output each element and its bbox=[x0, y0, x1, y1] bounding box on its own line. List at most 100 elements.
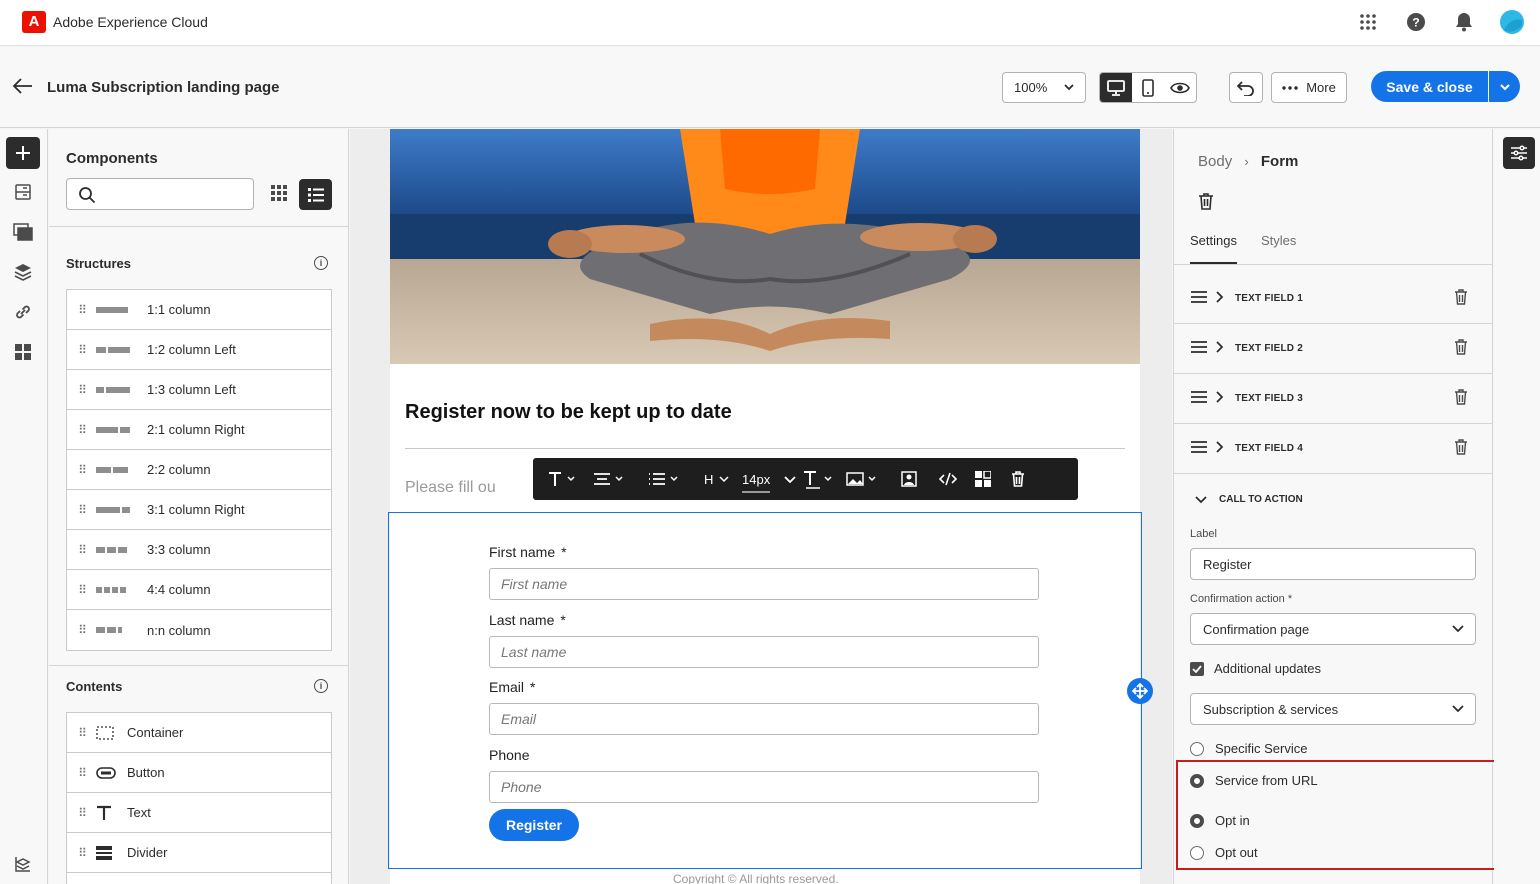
content-item[interactable]: ⠿ Button bbox=[67, 753, 331, 793]
html-code-button[interactable] bbox=[939, 458, 975, 500]
properties-toggle-button[interactable] bbox=[1503, 137, 1535, 169]
widgets-icon[interactable] bbox=[12, 341, 34, 363]
list-button[interactable] bbox=[648, 458, 704, 500]
structure-item[interactable]: ⠿ 4:4 column bbox=[67, 570, 331, 610]
app-name[interactable]: Adobe Experience Cloud bbox=[53, 14, 208, 30]
adobe-logo[interactable]: A bbox=[22, 11, 46, 33]
chevron-right-icon[interactable] bbox=[1215, 340, 1224, 358]
back-arrow-icon[interactable] bbox=[12, 77, 34, 100]
hero-image[interactable] bbox=[390, 129, 1140, 364]
structure-item[interactable]: ⠿ 2:2 column bbox=[67, 450, 331, 490]
drag-handle-icon[interactable]: ⠿ bbox=[67, 726, 96, 740]
assets-icon[interactable] bbox=[12, 221, 34, 243]
form-input-last-name[interactable]: Last name bbox=[489, 635, 1039, 668]
structure-item[interactable]: ⠿ 1:3 column Left bbox=[67, 370, 331, 410]
drag-handle-icon[interactable]: ⠿ bbox=[67, 766, 96, 780]
save-close-button[interactable]: Save & close bbox=[1371, 71, 1488, 102]
call-to-action-section-header[interactable]: CALL TO ACTION bbox=[1195, 494, 1303, 505]
content-item[interactable]: ⠿ Text bbox=[67, 793, 331, 833]
drag-handle-icon[interactable]: ⠿ bbox=[67, 463, 96, 477]
drag-handle-icon[interactable]: ⠿ bbox=[67, 303, 96, 317]
notifications-bell-icon[interactable] bbox=[1452, 10, 1476, 34]
drag-hamburger-icon[interactable] bbox=[1191, 390, 1207, 408]
text-style-button[interactable] bbox=[802, 458, 846, 500]
text-format-button[interactable] bbox=[547, 458, 593, 500]
link-icon[interactable] bbox=[12, 301, 34, 323]
drag-handle-icon[interactable]: ⠿ bbox=[67, 423, 96, 437]
trash-icon[interactable] bbox=[1454, 339, 1468, 360]
additional-updates-checkbox[interactable]: Additional updates bbox=[1190, 661, 1321, 676]
structure-item[interactable]: ⠿ 3:3 column bbox=[67, 530, 331, 570]
tab-styles[interactable]: Styles bbox=[1261, 233, 1296, 264]
drag-handle-icon[interactable]: ⠿ bbox=[67, 503, 96, 517]
drag-handle-icon[interactable]: ⠿ bbox=[67, 806, 96, 820]
layers-icon[interactable] bbox=[12, 261, 34, 283]
drag-hamburger-icon[interactable] bbox=[1191, 340, 1207, 358]
form-input-email[interactable]: Email bbox=[489, 703, 1039, 735]
drag-handle-icon[interactable]: ⠿ bbox=[67, 343, 96, 357]
preview-eye-button[interactable] bbox=[1164, 73, 1196, 102]
grid-view-icon[interactable] bbox=[267, 181, 291, 205]
form-field-row[interactable]: TEXT FIELD 4 bbox=[1174, 424, 1492, 474]
form-field-row[interactable]: TEXT FIELD 1 bbox=[1174, 274, 1492, 324]
drag-hamburger-icon[interactable] bbox=[1191, 440, 1207, 458]
info-icon[interactable]: i bbox=[314, 679, 328, 693]
structure-item[interactable]: ⠿ n:n column bbox=[67, 610, 331, 650]
intro-text[interactable]: Please fill ou bbox=[405, 479, 496, 497]
zoom-select[interactable]: 100% bbox=[1002, 72, 1086, 103]
user-avatar[interactable] bbox=[1500, 10, 1524, 34]
structure-item[interactable]: ⠿ 2:1 column Right bbox=[67, 410, 331, 450]
move-handle-icon[interactable] bbox=[1127, 678, 1153, 704]
content-item[interactable]: ⠿ Divider bbox=[67, 833, 331, 873]
trash-icon[interactable] bbox=[1454, 289, 1468, 310]
help-icon[interactable]: ? bbox=[1404, 10, 1428, 34]
subscription-services-select[interactable]: Subscription & services bbox=[1190, 693, 1476, 725]
chevron-right-icon[interactable] bbox=[1215, 290, 1224, 308]
save-options-dropdown[interactable] bbox=[1489, 71, 1520, 102]
trash-icon[interactable] bbox=[1454, 389, 1468, 410]
form-input-phone[interactable]: Phone bbox=[489, 770, 1039, 803]
form-field-row[interactable]: TEXT FIELD 3 bbox=[1174, 374, 1492, 424]
personalization-button[interactable] bbox=[901, 458, 939, 500]
info-icon[interactable]: i bbox=[314, 256, 328, 270]
heading-button[interactable]: H bbox=[704, 458, 742, 500]
app-switcher-icon[interactable] bbox=[1356, 10, 1380, 34]
more-button[interactable]: More bbox=[1271, 72, 1347, 103]
breadcrumb-body[interactable]: Body bbox=[1198, 153, 1232, 170]
desktop-view-button[interactable] bbox=[1100, 73, 1132, 102]
structure-item[interactable]: ⠿ 1:2 column Left bbox=[67, 330, 331, 370]
chevron-right-icon[interactable] bbox=[1215, 440, 1224, 458]
drag-handle-icon[interactable]: ⠿ bbox=[67, 543, 96, 557]
delete-block-button[interactable] bbox=[1011, 458, 1041, 500]
page-heading[interactable]: Register now to be kept up to date bbox=[405, 401, 732, 424]
drag-hamburger-icon[interactable] bbox=[1191, 290, 1207, 308]
register-button[interactable]: Register bbox=[489, 809, 579, 841]
label-input[interactable]: Register bbox=[1190, 548, 1476, 580]
radio-specific-service[interactable]: Specific Service bbox=[1190, 741, 1307, 756]
fragments-icon[interactable] bbox=[12, 181, 34, 203]
confirmation-action-select[interactable]: Confirmation page bbox=[1190, 613, 1476, 645]
structure-item[interactable]: ⠿ 1:1 column bbox=[67, 290, 331, 330]
undo-button[interactable] bbox=[1229, 72, 1263, 103]
form-field-row[interactable]: TEXT FIELD 2 bbox=[1174, 324, 1492, 374]
navigation-tree-icon[interactable] bbox=[12, 853, 34, 875]
form-block-selected[interactable]: First name * First name Last name * Last name… bbox=[388, 512, 1142, 869]
form-input-first-name[interactable]: First name bbox=[489, 568, 1039, 600]
components-search-input[interactable] bbox=[66, 178, 254, 210]
delete-component-trash-icon[interactable] bbox=[1198, 192, 1214, 215]
align-button[interactable] bbox=[593, 458, 648, 500]
structure-item[interactable]: ⠿ 3:1 column Right bbox=[67, 490, 331, 530]
insert-image-button[interactable] bbox=[846, 458, 901, 500]
list-view-icon[interactable] bbox=[299, 179, 332, 210]
mobile-view-button[interactable] bbox=[1132, 73, 1164, 102]
drag-handle-icon[interactable]: ⠿ bbox=[67, 846, 96, 860]
content-item[interactable]: ⠿ Container bbox=[67, 713, 331, 753]
trash-icon[interactable] bbox=[1454, 439, 1468, 460]
select-parent-button[interactable] bbox=[975, 458, 1011, 500]
drag-handle-icon[interactable]: ⠿ bbox=[67, 383, 96, 397]
tab-settings[interactable]: Settings bbox=[1190, 233, 1237, 264]
font-size-select[interactable]: 14px bbox=[742, 458, 802, 500]
content-item[interactable] bbox=[67, 873, 331, 884]
chevron-right-icon[interactable] bbox=[1215, 390, 1224, 408]
drag-handle-icon[interactable]: ⠿ bbox=[67, 623, 96, 637]
